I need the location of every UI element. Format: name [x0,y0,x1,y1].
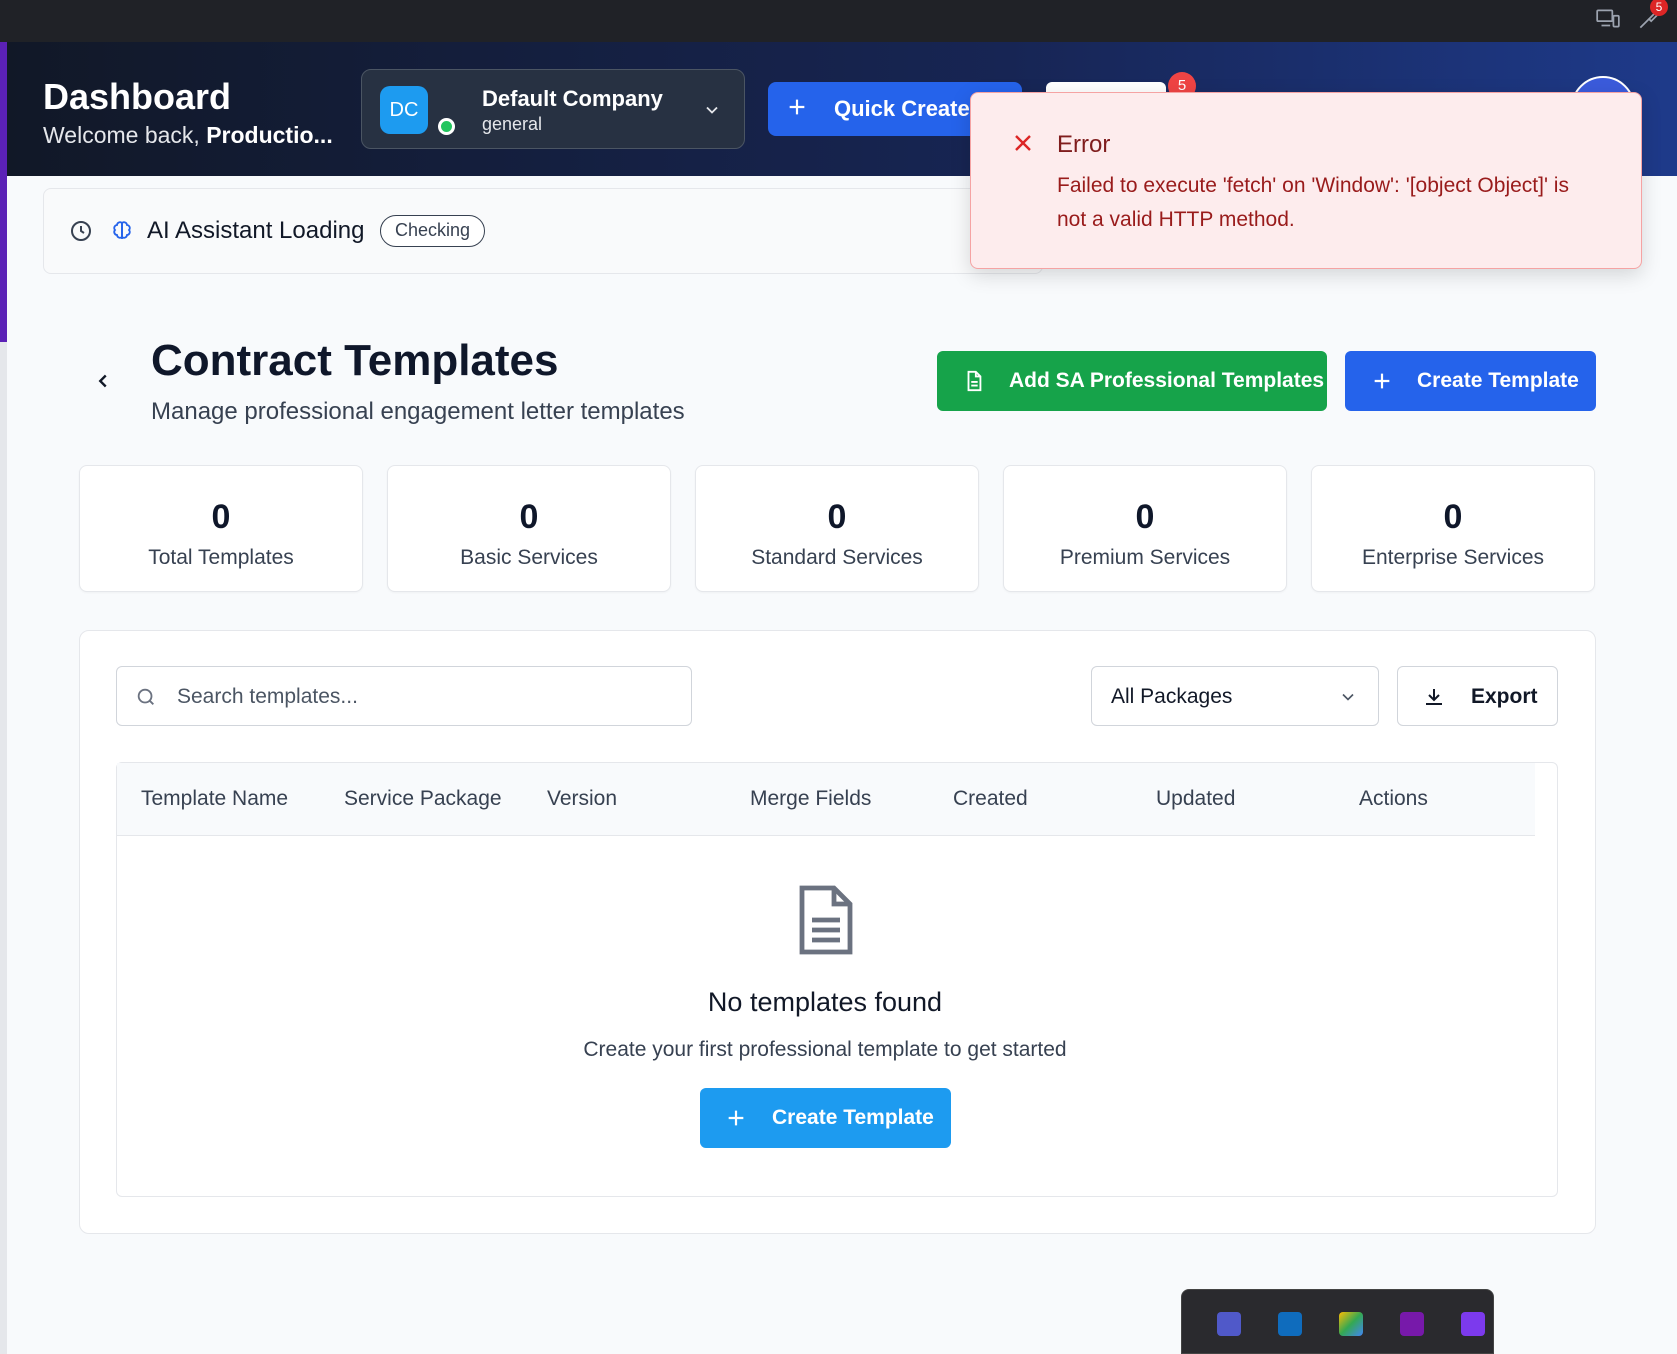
stat-value: 0 [1135,498,1155,536]
document-icon [799,885,853,955]
empty-state-title: No templates found [707,987,943,1017]
ai-assistant-card: AI Assistant Loading Checking [43,188,1043,274]
brain-icon [113,221,131,239]
plus-icon [1374,373,1390,389]
package-filter-value: All Packages [1111,685,1233,708]
teams-icon[interactable] [1217,1312,1241,1336]
create-template-label: Create Template [1417,369,1579,392]
stat-label: Total Templates [148,546,294,569]
company-name: Default Company [482,86,663,111]
search-input[interactable] [177,677,677,717]
download-icon [1426,689,1442,705]
browser-toolbar: 5 [0,0,1677,42]
window-app-icon[interactable] [1278,1312,1302,1336]
search-box[interactable] [116,666,692,726]
sidebar-edge [0,42,7,342]
welcome-prefix: Welcome back, [43,122,207,148]
add-sa-templates-label: Add SA Professional Templates [1009,369,1325,392]
company-type: general [482,114,543,134]
extension-badge: 5 [1650,0,1668,16]
table-header: Template Name Service Package Version Me… [117,763,1535,836]
stat-label: Premium Services [1059,546,1231,569]
column-header[interactable]: Created [953,787,1028,811]
close-icon[interactable] [1011,131,1035,155]
add-sa-templates-button[interactable]: Add SA Professional Templates [937,351,1327,411]
error-toast: Error Failed to execute 'fetch' on 'Wind… [970,92,1642,269]
column-header: Actions [1359,787,1428,810]
feather-app-icon[interactable] [1461,1312,1485,1336]
column-header[interactable]: Updated [1156,787,1235,811]
search-icon [137,688,154,705]
create-template-button[interactable]: Create Template [1345,351,1596,411]
stat-card-premium: 0 Premium Services [1003,465,1287,592]
chevron-down-icon [706,106,718,114]
empty-create-template-label: Create Template [772,1106,934,1129]
stat-value: 0 [827,498,847,536]
export-label: Export [1471,685,1538,708]
page-title: Contract Templates [151,336,559,385]
stat-card-enterprise: 0 Enterprise Services [1311,465,1595,592]
welcome-user: Productio... [206,122,333,148]
plus-icon [728,1110,744,1126]
plus-icon [789,99,805,115]
export-button[interactable]: Export [1397,666,1558,726]
column-header[interactable]: Merge Fields [750,787,871,811]
onenote-icon[interactable] [1400,1312,1424,1336]
company-avatar: DC [380,86,428,134]
stat-label: Standard Services [751,546,923,569]
header-title: Dashboard [43,76,232,117]
toast-message: Failed to execute 'fetch' on 'Window': '… [1057,174,1569,231]
stat-card-total: 0 Total Templates [79,465,363,592]
stat-label: Basic Services [460,546,598,569]
toast-title: Error [1057,131,1111,158]
column-header[interactable]: Service Package [344,787,502,811]
stat-value: 0 [211,498,231,536]
devices-icon[interactable] [1595,6,1621,32]
page-subtitle: Manage professional engagement letter te… [151,398,685,425]
stat-label: Enterprise Services [1361,546,1545,569]
stat-value: 0 [519,498,539,536]
chevron-down-icon [1342,693,1354,701]
ai-status-badge: Checking [380,215,486,247]
quick-create-label: Quick Create [834,96,970,121]
empty-state-subtitle: Create your first professional template … [583,1038,1067,1061]
column-header[interactable]: Version [547,787,617,811]
empty-create-template-button[interactable]: Create Template [700,1088,951,1148]
company-switcher[interactable]: DC Default Company general [361,69,745,149]
online-status-dot [438,118,455,135]
stat-card-basic: 0 Basic Services [387,465,671,592]
stat-value: 0 [1443,498,1463,536]
sidebar-rail [0,342,7,1354]
document-icon [967,370,982,392]
ai-assistant-title: AI Assistant Loading [147,217,365,244]
stat-card-standard: 0 Standard Services [695,465,979,592]
clock-icon [71,221,91,241]
drive-icon[interactable] [1339,1312,1363,1336]
os-taskbar [1181,1289,1494,1354]
column-header[interactable]: Template Name [141,787,288,811]
welcome-text: Welcome back, Productio... [43,122,333,149]
package-filter-select[interactable]: All Packages [1091,666,1379,726]
back-chevron-icon[interactable] [92,370,114,392]
